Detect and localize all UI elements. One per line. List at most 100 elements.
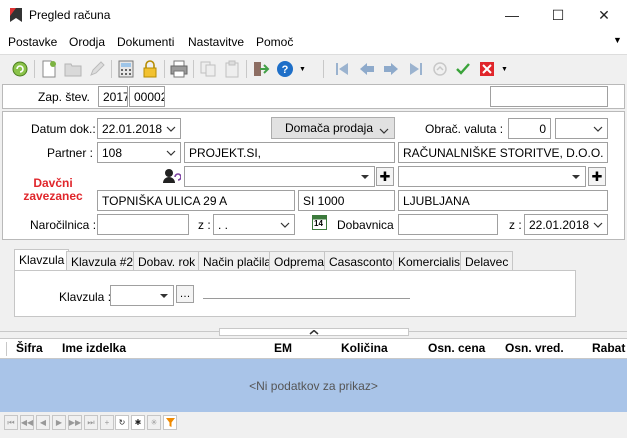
chevron-down-icon[interactable] (589, 119, 607, 138)
contact-person-combo[interactable] (184, 166, 375, 187)
nav-next-icon: ▶ (52, 415, 66, 430)
print-icon[interactable] (168, 58, 190, 80)
order-date-picker[interactable]: . . (213, 214, 295, 235)
delivery-label: Dobavnica : (337, 218, 401, 232)
close-button[interactable]: ✕ (581, 0, 627, 30)
lock-icon[interactable] (139, 58, 161, 80)
maximize-button[interactable]: ☐ (535, 0, 581, 30)
partner-fullname-field[interactable]: RAČUNALNIŠKE STORITVE, D.O.O. (398, 142, 608, 163)
open-folder-icon (62, 58, 84, 80)
toolbar: ? ▼ ▼ (0, 54, 627, 82)
contact-person-icon[interactable] (163, 168, 181, 184)
column-header-sifra[interactable]: Šifra (16, 341, 43, 357)
menu-overflow-icon[interactable]: ▼ (613, 35, 622, 45)
column-header-em[interactable]: EM (274, 341, 292, 357)
column-header-ime-izdelka[interactable]: Ime izdelka (62, 341, 126, 357)
nav-last-icon: ⏭ (84, 415, 98, 430)
delivery-date-picker[interactable]: 22.01.2018 (524, 214, 608, 235)
copy-icon (197, 58, 219, 80)
help-dropdown-icon[interactable]: ▼ (299, 66, 306, 73)
chevron-down-icon[interactable] (276, 215, 294, 234)
calendar-icon[interactable]: 14 (312, 214, 327, 230)
document-extra-field[interactable] (490, 86, 608, 107)
partner-code-combo[interactable]: 108 (97, 142, 181, 163)
chevron-down-icon[interactable] (155, 286, 173, 305)
tab-delavec[interactable]: Delavec (460, 251, 514, 271)
cancel-icon[interactable] (476, 58, 498, 80)
first-record-icon[interactable] (331, 58, 353, 80)
clause-combo[interactable] (110, 285, 174, 306)
postal-code-field[interactable]: SI 1000 (298, 190, 395, 211)
tab-nacin-placila[interactable]: Način plačila (198, 251, 277, 271)
refresh-icon[interactable] (9, 58, 31, 80)
chevron-up-icon (309, 329, 319, 335)
cancel-dropdown-icon[interactable]: ▼ (501, 66, 508, 73)
menu-nastavitve[interactable]: Nastavitve (188, 35, 244, 49)
column-header-kolicina[interactable]: Količina (341, 341, 388, 357)
nav-filter-star-icon[interactable]: ✱ (131, 415, 145, 430)
delivery-address-combo[interactable] (398, 166, 586, 187)
chevron-down-icon[interactable] (589, 215, 607, 234)
new-document-icon[interactable] (38, 58, 60, 80)
sale-type-label: Domača prodaja (284, 121, 374, 135)
menu-orodja[interactable]: Orodja (69, 35, 105, 49)
delivery-date-value: 22.01.2018 (529, 218, 590, 232)
order-date-label: z : (198, 218, 211, 232)
previous-record-icon[interactable] (356, 58, 378, 80)
grid-body[interactable]: <Ni podatkov za prikaz> (0, 359, 627, 412)
order-field[interactable] (97, 214, 189, 235)
tab-casasconto[interactable]: Casasconto (324, 251, 398, 271)
confirm-icon[interactable] (452, 58, 474, 80)
menu-dokumenti[interactable]: Dokumenti (117, 35, 174, 49)
currency-select[interactable] (555, 118, 608, 139)
toolbar-separator (246, 60, 247, 78)
menu-postavke[interactable]: Postavke (8, 35, 57, 49)
city-field[interactable]: LJUBLJANA (398, 190, 608, 211)
tab-odprema[interactable]: Odprema (269, 251, 330, 271)
document-year-field[interactable]: 2017 (98, 86, 128, 107)
date-picker[interactable]: 22.01.2018 (97, 118, 181, 139)
menu-pomoc[interactable]: Pomoč (256, 35, 293, 49)
nav-filter-icon[interactable] (163, 415, 177, 430)
minimize-button[interactable]: — (489, 0, 535, 30)
delivery-field[interactable] (398, 214, 498, 235)
calculator-icon[interactable] (115, 58, 137, 80)
splitter-handle[interactable] (219, 328, 409, 336)
plus-icon: ✚ (379, 168, 391, 184)
order-date-value: . . (218, 218, 229, 232)
currency-label: Obrač. valuta : (425, 122, 504, 136)
nav-prev-page-icon: ◀◀ (20, 415, 34, 430)
column-header-osn-cena[interactable]: Osn. cena (428, 341, 485, 357)
tab-klavzula-2[interactable]: Klavzula #2 (66, 251, 139, 271)
help-icon[interactable]: ? (274, 58, 296, 80)
next-record-icon[interactable] (380, 58, 402, 80)
nav-next-page-icon: ▶▶ (68, 415, 82, 430)
tab-dobav-rok[interactable]: Dobav. rok (133, 251, 201, 271)
export-icon[interactable] (250, 58, 272, 80)
last-record-icon[interactable] (405, 58, 427, 80)
grid-empty-text: <Ni podatkov za prikaz> (249, 378, 378, 393)
chevron-down-icon[interactable] (567, 167, 585, 186)
document-number-label: Zap. štev. (38, 90, 90, 104)
chevron-down-icon[interactable] (162, 143, 180, 162)
tab-klavzula[interactable]: Klavzula (14, 249, 70, 271)
add-contact-button[interactable]: ✚ (376, 167, 394, 186)
taxpayer-label: Davčni zavezanec (23, 176, 83, 203)
clause-label: Klavzula : (59, 290, 112, 304)
nav-refresh-icon[interactable]: ↻ (115, 415, 129, 430)
clause-browse-button[interactable]: … (176, 285, 194, 303)
partner-name-field[interactable]: PROJEKT.SI, (184, 142, 395, 163)
street-field[interactable]: TOPNIŠKA ULICA 29 A (97, 190, 295, 211)
chevron-down-icon[interactable] (162, 119, 180, 138)
plus-icon: ✚ (591, 168, 603, 184)
chevron-down-icon (379, 123, 389, 137)
column-header-rabat[interactable]: Rabat (592, 341, 625, 357)
chevron-down-icon[interactable] (356, 167, 374, 186)
tab-komercialist[interactable]: Komercialist (393, 251, 469, 271)
currency-value-field[interactable]: 0 (508, 118, 551, 139)
splitter[interactable] (0, 327, 627, 337)
sale-type-dropdown[interactable]: Domača prodaja (271, 117, 395, 139)
add-address-button[interactable]: ✚ (588, 167, 606, 186)
column-header-osn-vred[interactable]: Osn. vred. (505, 341, 564, 357)
document-number-field[interactable]: 00002 (129, 86, 165, 107)
